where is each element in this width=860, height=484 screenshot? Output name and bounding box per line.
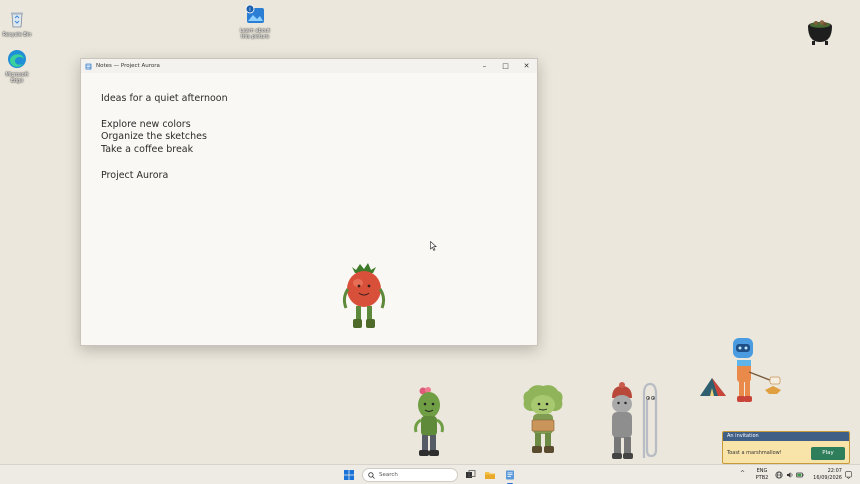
window-title: Notes — Project Aurora	[96, 63, 160, 69]
svg-text:i: i	[249, 7, 250, 13]
show-hidden-icons-button[interactable]: ^	[740, 470, 745, 477]
text-line	[101, 106, 537, 119]
leaf-character-with-book[interactable]	[518, 383, 568, 458]
invitation-notification[interactable]: An invitation Toast a marshmallow! Play	[722, 431, 850, 464]
close-button[interactable]: ✕	[516, 59, 537, 73]
taskbar-search-box[interactable]: Search	[362, 468, 458, 482]
text-editor-area[interactable]: Ideas for a quiet afternoon Explore new …	[81, 73, 537, 183]
battery-icon[interactable]	[796, 471, 804, 479]
tomato-character[interactable]	[338, 262, 390, 334]
text-line: Take a coffee break	[101, 144, 194, 156]
cactus-character[interactable]	[408, 386, 450, 460]
text-line: Project Aurora	[101, 169, 169, 181]
notepad-app-icon	[85, 62, 92, 70]
volume-icon[interactable]	[786, 471, 794, 479]
text-line: Organize the sketches	[101, 131, 207, 143]
start-icon[interactable]	[344, 470, 354, 480]
notepad-window[interactable]: Notes — Project Aurora – □ ✕ Ideas for a…	[80, 58, 538, 346]
maximize-button[interactable]: □	[495, 59, 516, 73]
file-explorer-icon[interactable]	[484, 469, 496, 481]
desktop-icon-recycle-bin[interactable]: Recycle Bin	[0, 8, 37, 38]
search-icon	[368, 471, 375, 479]
system-clock[interactable]: 22:07 16/09/2026	[806, 468, 842, 481]
title-bar[interactable]: Notes — Project Aurora – □ ✕	[81, 59, 537, 73]
keyboard-layout: PTB2	[755, 474, 769, 481]
language-indicator[interactable]: ENG PTB2	[754, 468, 770, 481]
taskbar: Search ^ ENG PTB2 22:07 16/09/2026	[0, 464, 860, 484]
task-view-icon[interactable]	[464, 469, 476, 481]
desktop-icon-label: Learn about this picture	[240, 28, 270, 40]
recycle-bin-icon	[11, 12, 23, 28]
desktop-icon-learn-picture[interactable]: i Learn about this picture	[235, 4, 275, 40]
desktop-icon-label: Microsoft Edge	[5, 72, 29, 84]
minimize-button[interactable]: –	[474, 59, 495, 73]
robot-marshmallow-character[interactable]	[725, 334, 787, 408]
desktop-icon-label: Recycle Bin	[2, 32, 32, 38]
tent-icon[interactable]	[698, 376, 728, 398]
text-line	[101, 157, 537, 170]
desktop-icon-edge[interactable]: Microsoft Edge	[0, 48, 37, 84]
globe-network-icon[interactable]	[775, 471, 783, 479]
clock-date: 16/09/2026	[813, 474, 842, 481]
notification-message: Toast a marshmallow!	[727, 450, 782, 456]
edge-icon	[8, 50, 26, 68]
notification-bell-icon[interactable]	[845, 471, 852, 479]
mouse-cursor-icon	[430, 241, 437, 251]
info-picture-icon: i	[245, 4, 264, 23]
text-line: Explore new colors	[101, 118, 191, 130]
search-placeholder: Search	[379, 472, 398, 478]
notification-title: An invitation	[723, 432, 849, 441]
knit-character-and-paperclip[interactable]	[604, 380, 664, 462]
text-line: Ideas for a quiet afternoon	[101, 93, 228, 104]
notepad-icon[interactable]	[504, 469, 516, 481]
cauldron-icon[interactable]	[805, 18, 835, 46]
play-button[interactable]: Play	[811, 447, 845, 460]
